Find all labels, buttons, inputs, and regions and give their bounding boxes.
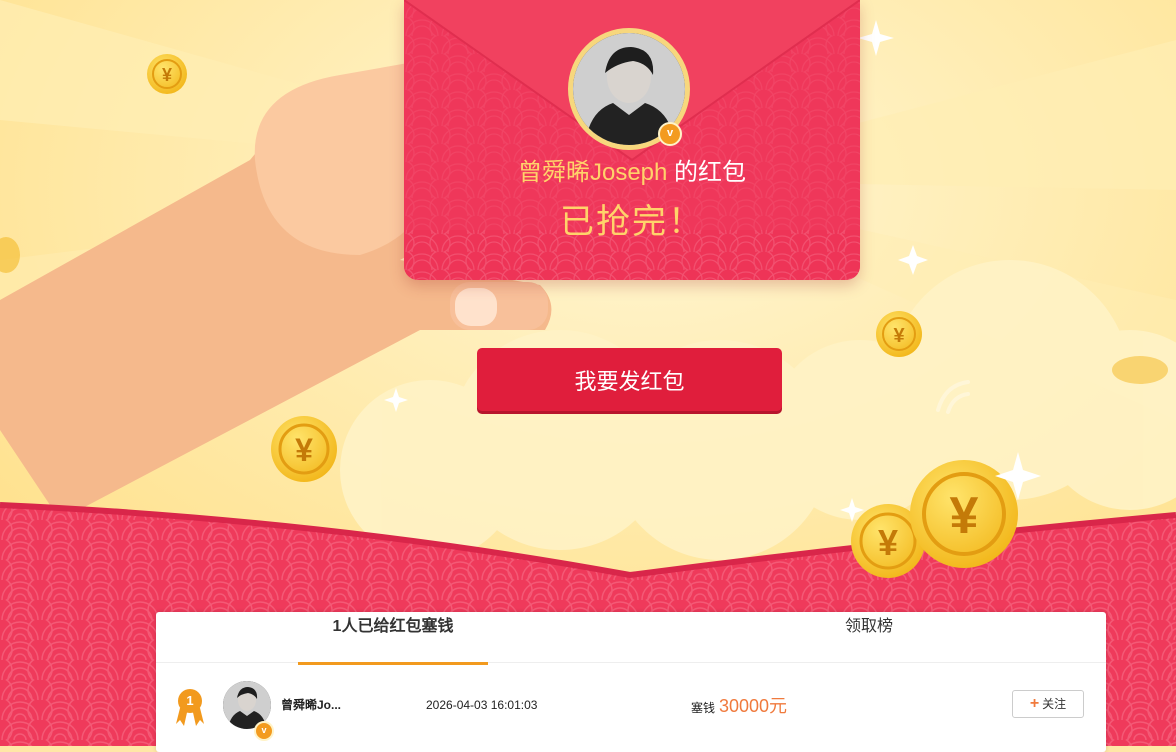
svg-text:¥: ¥ xyxy=(295,432,313,468)
sender-avatar[interactable]: v xyxy=(568,28,690,150)
envelope-status: 已抢完！ xyxy=(560,203,704,241)
envelope-title: 曾舜晞Joseph 的红包 xyxy=(404,152,860,187)
rank-medal-icon: 1 xyxy=(178,689,202,713)
records-panel: 1人已给红包塞钱 领取榜 1 v 曾舜晞Jo... 2026-04-03 16:… xyxy=(156,612,1106,752)
envelope-title-suffix: 的红包 xyxy=(674,159,747,186)
amount-label: 塞钱 xyxy=(691,701,716,715)
plus-icon: + xyxy=(1029,695,1040,712)
follow-button[interactable]: + 关注 xyxy=(1012,690,1084,718)
table-row: 1 v 曾舜晞Jo... 2026-04-03 16:01:03 塞钱 3000… xyxy=(156,664,1106,744)
tab-contributors[interactable]: 1人已给红包塞钱 xyxy=(298,612,488,665)
svg-text:¥: ¥ xyxy=(893,325,905,347)
user-name[interactable]: 曾舜晞Jo... xyxy=(281,696,341,713)
svg-text:¥: ¥ xyxy=(950,487,979,545)
coin-icon: ¥ xyxy=(876,311,922,357)
follow-label: 关注 xyxy=(1042,697,1067,711)
coin-icon: ¥ xyxy=(147,54,187,94)
verified-badge-icon: v xyxy=(254,721,274,741)
send-red-envelope-button[interactable]: 我要发红包 xyxy=(477,348,782,411)
coin-icon: ¥ xyxy=(271,416,337,482)
tab-leaderboard[interactable]: 领取榜 xyxy=(774,612,964,662)
timestamp: 2026-04-03 16:01:03 xyxy=(426,698,538,712)
amount-value: 30000元 xyxy=(719,696,788,716)
verified-badge-icon: v xyxy=(658,122,682,146)
svg-text:¥: ¥ xyxy=(878,522,898,563)
tab-bar: 1人已给红包塞钱 领取榜 xyxy=(156,612,1106,665)
svg-text:¥: ¥ xyxy=(162,65,172,85)
sender-name[interactable]: 曾舜晞Joseph xyxy=(518,159,667,186)
